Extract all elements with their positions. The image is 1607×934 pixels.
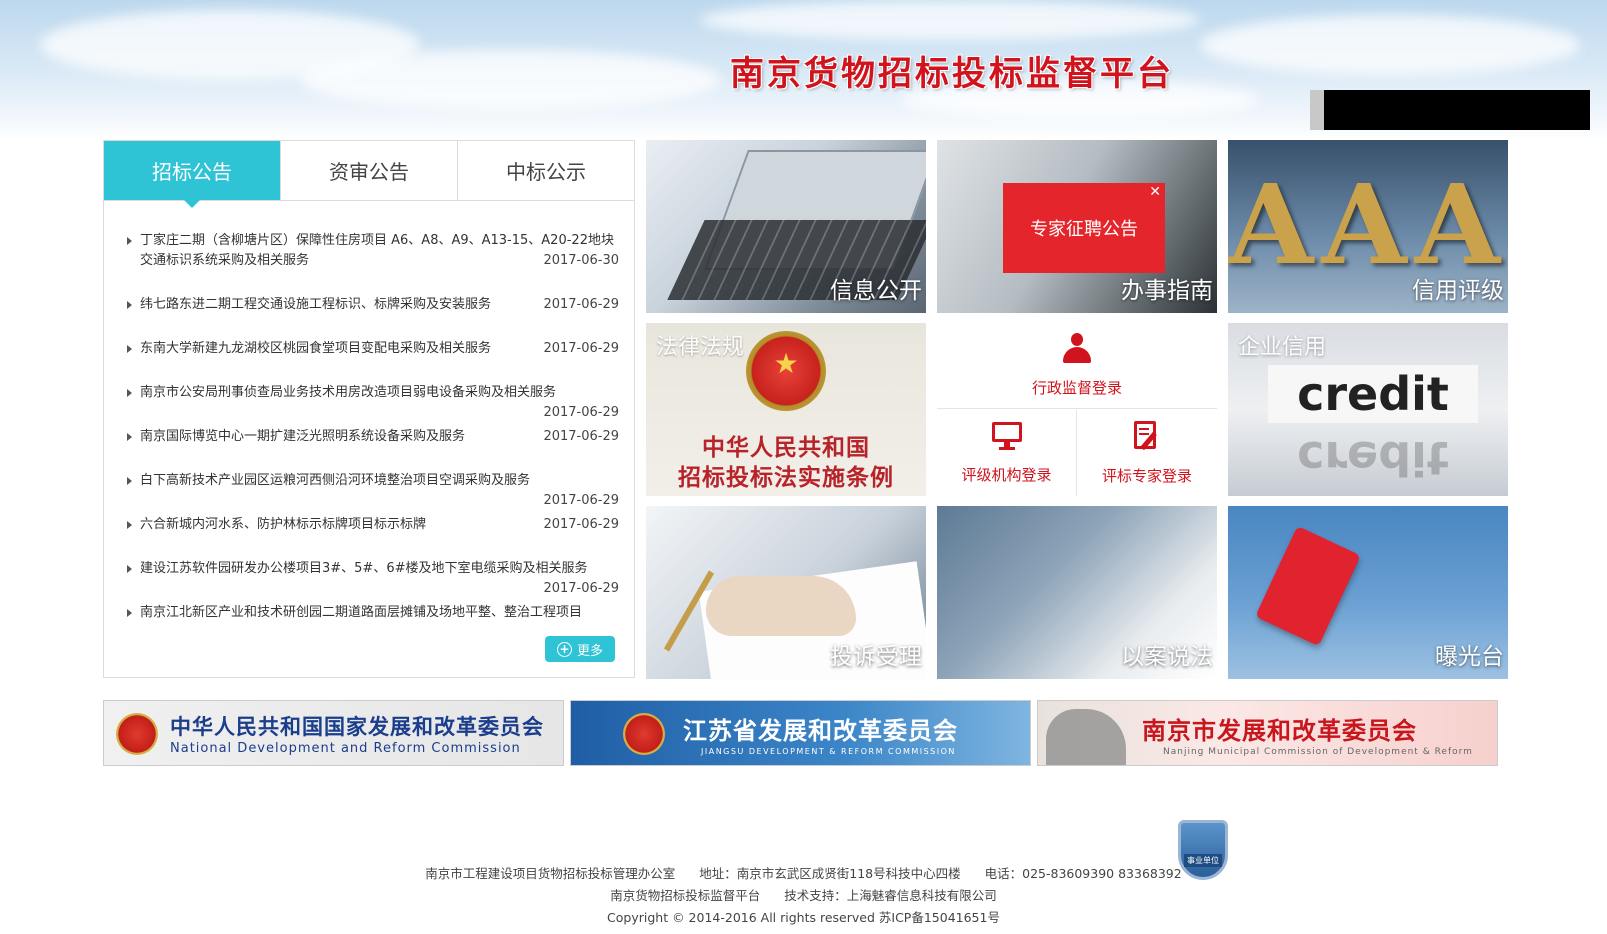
close-icon[interactable]: ✕ [1149,184,1161,200]
law-title: 中华人民共和国 招标投标法实施条例 [646,433,926,493]
national-emblem-icon [116,713,158,755]
news-date: 2017-06-29 [543,341,619,356]
tile-label: 法律法规 [656,335,745,360]
tab-prequal-notice[interactable]: 资审公告 [281,141,458,200]
news-date: 2017-06-29 [543,297,619,312]
nanjing-drc-banner-link[interactable]: 南京市发展和改革委员会 Nanjing Municipal Commission… [1037,700,1498,766]
news-title[interactable]: 南京国际博览中心一期扩建泛光照明系统设备采购及服务 [140,429,465,444]
footer-office: 南京市工程建设项目货物招标投标管理办公室 [425,866,676,881]
jiangsu-drc-banner-link[interactable]: 江苏省发展和改革委员会 JIANGSU DEVELOPMENT & REFORM… [570,700,1031,766]
news-title[interactable]: 六合新城内河水系、防护林标示标牌项目标示标牌 [140,517,426,532]
news-date: 2017-06-29 [543,405,619,420]
tile-label: 信息公开 [830,278,922,304]
news-date: 2017-06-29 [543,493,619,508]
tile-label: 企业信用 [1238,335,1327,360]
tile-case-study[interactable]: 以案说法 [937,506,1217,679]
news-item[interactable]: 纬七路东进二期工程交通设施工程标识、标牌采购及安装服务 2017-06-29 [124,295,619,315]
news-item[interactable]: 白下高新技术产业园区运粮河西侧沿河环境整治项目空调采购及服务 2017-06-2… [124,471,619,511]
news-title[interactable]: 东南大学新建九龙湖校区桃园食堂项目变配电采购及相关服务 [140,341,491,356]
login-panel: 行政监督登录 评级机构登录 评标专家登录 [937,323,1217,496]
news-date: 2017-06-29 [543,581,619,596]
admin-login-button[interactable]: 行政监督登录 [937,323,1217,409]
news-item[interactable]: 南京市公安局刑事侦查局业务技术用房改造项目弱电设备采购及相关服务 2017-06… [124,383,619,423]
popup-label[interactable]: 专家征聘公告 [1030,215,1138,241]
banner-subtitle: National Development and Reform Commissi… [170,741,521,756]
footer-support: 技术支持：上海魅睿信息科技有限公司 [784,888,997,903]
tile-label: 投诉受理 [830,644,922,670]
aaa-letters-image: AAA [1228,160,1508,289]
login-box-edge [1310,90,1324,130]
tile-info-disclosure[interactable]: 信息公开 [646,140,926,313]
user-icon [1063,333,1091,363]
news-item[interactable]: 六合新城内河水系、防护林标示标牌项目标示标牌 2017-06-29 [124,515,619,535]
more-label: 更多 [576,643,603,659]
banner-subtitle: JIANGSU DEVELOPMENT & REFORM COMMISSION [701,747,956,756]
tile-complaint[interactable]: 投诉受理 [646,506,926,679]
news-title[interactable]: 南京市公安局刑事侦查局业务技术用房改造项目弱电设备采购及相关服务 [140,385,556,400]
news-date: 2017-06-29 [543,429,619,444]
tile-exposure[interactable]: 曝光台 [1228,506,1508,679]
tile-label: 曝光台 [1435,644,1504,670]
national-emblem-icon [623,713,665,755]
news-item[interactable]: 南京国际博览中心一期扩建泛光照明系统设备采购及服务 2017-06-29 [124,427,619,447]
monitor-icon [991,421,1022,450]
tile-label: 以案说法 [1121,644,1213,670]
news-title[interactable]: 南京江北新区产业和技术研创园二期道路面层摊铺及场地平整、整治工程项目 [140,605,582,620]
news-list: 丁家庄二期（含柳塘片区）保障性住房项目 A6、A8、A9、A13-15、A20-… [124,231,619,623]
plus-circle-icon: + [556,641,572,657]
national-emblem-icon: ★ [746,331,826,411]
news-item[interactable]: 东南大学新建九龙湖校区桃园食堂项目变配电采购及相关服务 2017-06-29 [124,339,619,359]
law-title-line2: 招标投标法实施条例 [678,464,894,491]
news-tabs: 招标公告 资审公告 中标公示 [104,141,634,208]
banner-subtitle: Nanjing Municipal Commission of Developm… [1163,747,1473,757]
expert-login-button[interactable]: 评标专家登录 [1077,410,1217,496]
banner-title: 江苏省发展和改革委员会 [683,717,958,745]
news-title[interactable]: 白下高新技术产业园区运粮河西侧沿河环境整治项目空调采购及服务 [140,473,530,488]
tile-laws[interactable]: 法律法规 ★ 中华人民共和国 招标投标法实施条例 [646,323,926,496]
tile-label: 信用评级 [1412,278,1504,304]
edit-document-icon [1134,420,1160,451]
news-item[interactable]: 建设江苏软件园研发办公楼项目3#、5#、6#楼及地下室电缆采购及相关服务 201… [124,559,619,599]
footer: 南京市工程建设项目货物招标投标管理办公室 地址：南京市玄武区成贤街118号科技中… [0,863,1607,929]
news-item[interactable]: 南京江北新区产业和技术研创园二期道路面层摊铺及场地平整、整治工程项目 [124,603,619,623]
law-title-line1: 中华人民共和国 [702,434,870,461]
admin-login-label: 行政监督登录 [1031,379,1122,397]
news-item[interactable]: 丁家庄二期（含柳塘片区）保障性住房项目 A6、A8、A9、A13-15、A20-… [124,231,619,271]
tile-enterprise-credit[interactable]: 企业信用 credit credit [1228,323,1508,496]
footer-copyright: Copyright © 2014-2016 All rights reserve… [607,910,1000,925]
credit-reflection-image: credit [1297,431,1449,485]
tile-label: 办事指南 [1121,278,1213,304]
banner-title: 中华人民共和国国家发展和改革委员会 [170,715,544,739]
news-title[interactable]: 纬七路东进二期工程交通设施工程标识、标牌采购及安装服务 [140,297,491,312]
site-title: 南京货物招标投标监督平台 [730,54,1174,94]
tab-bid-notice[interactable]: 招标公告 [104,141,281,208]
tab-award-notice[interactable]: 中标公示 [458,141,634,200]
rating-org-login-button[interactable]: 评级机构登录 [937,410,1077,496]
footer-platform: 南京货物招标投标监督平台 [610,888,761,903]
red-card-image [1255,525,1361,647]
credit-word-image: credit [1268,365,1478,423]
footer-address: 地址：南京市玄武区成贤街118号科技中心四楼 [699,866,961,881]
star-icon: ★ [773,347,799,380]
footer-phone: 电话：025-83609390 83368392 [984,866,1182,881]
news-title[interactable]: 建设江苏软件园研发办公楼项目3#、5#、6#楼及地下室电缆采购及相关服务 [140,561,588,576]
banner-title: 南京市发展和改革委员会 [1142,717,1417,745]
hand-image [706,576,856,636]
more-button[interactable]: + 更多 [545,636,615,662]
stone-lion-image [1046,709,1126,765]
news-panel: 招标公告 资审公告 中标公示 丁家庄二期（含柳塘片区）保障性住房项目 A6、A8… [103,140,635,678]
rating-org-login-label: 评级机构登录 [961,465,1052,484]
expert-login-label: 评标专家登录 [1101,466,1192,485]
expert-recruit-popup[interactable]: 专家征聘公告 ✕ [1003,183,1165,273]
ndrc-banner-link[interactable]: 中华人民共和国国家发展和改革委员会 National Development a… [103,700,564,766]
login-box[interactable] [1324,90,1590,130]
tile-credit-rating[interactable]: AAA 信用评级 [1228,140,1508,313]
news-date: 2017-06-29 [543,517,619,532]
